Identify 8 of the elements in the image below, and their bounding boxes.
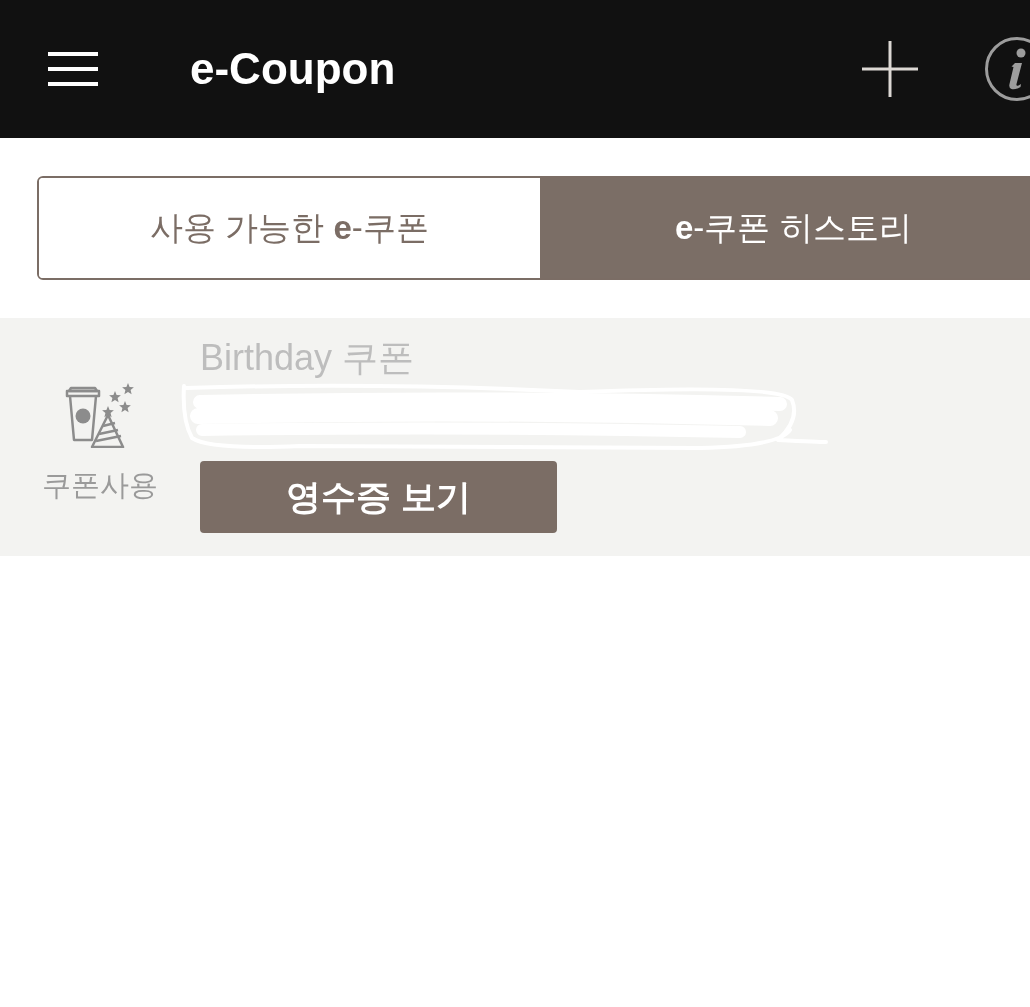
cup-with-party-hat-icon [65, 383, 135, 448]
info-icon[interactable] [985, 37, 1030, 101]
add-icon[interactable] [862, 41, 918, 97]
menu-icon[interactable] [48, 52, 98, 86]
view-receipt-button[interactable]: 영수증 보기 [200, 461, 557, 533]
coupon-status-label: 쿠폰사용 [42, 468, 158, 503]
tab[interactable]: e-쿠폰 히스토리 [540, 178, 1030, 278]
app-title: e-Coupon [190, 47, 396, 91]
